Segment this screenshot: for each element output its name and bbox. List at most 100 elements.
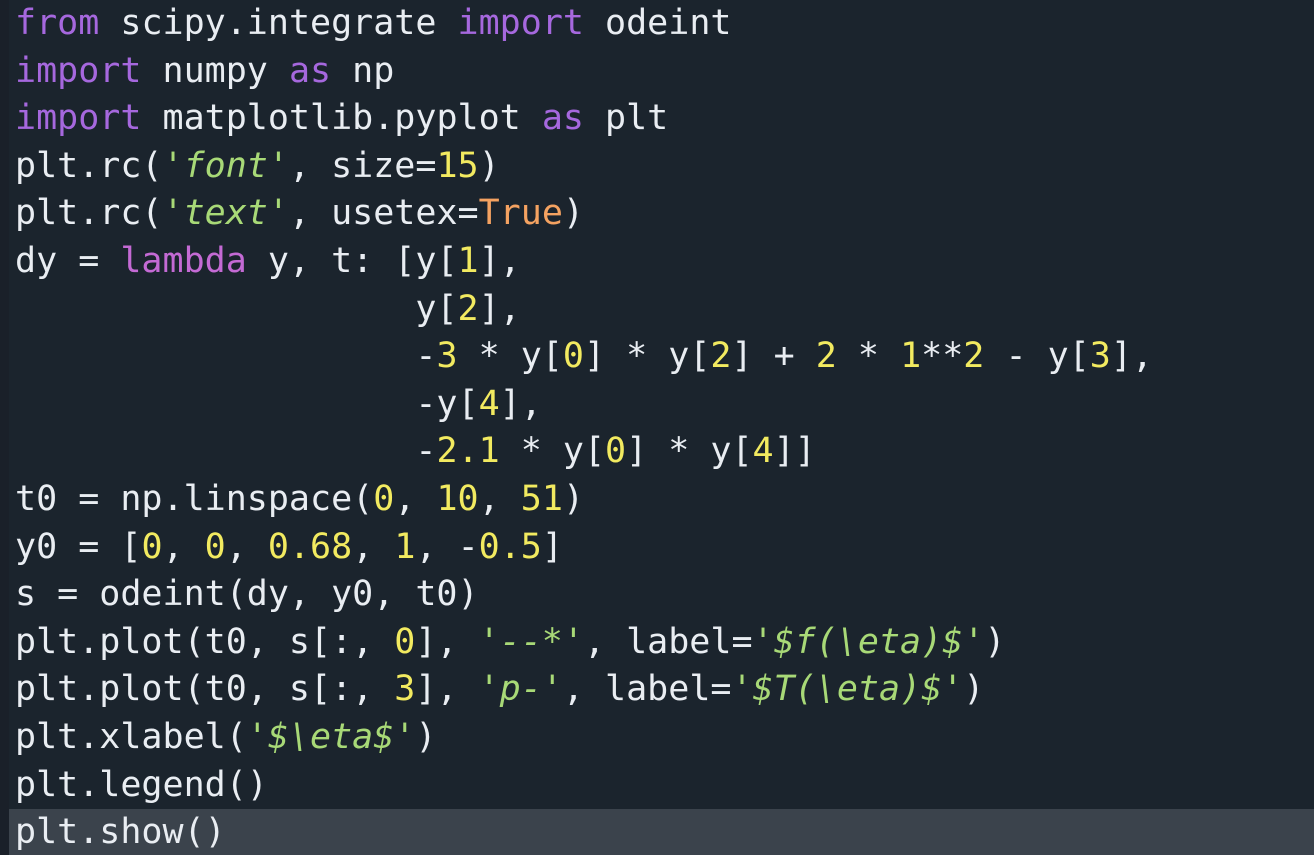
code-token: 1 [394, 526, 416, 567]
code-token: 51 [520, 478, 563, 519]
code-token: ]] [773, 431, 816, 472]
code-line[interactable]: dy = lambda y, t: [y[1], [9, 238, 1314, 286]
code-token: ) [415, 716, 437, 757]
code-line[interactable]: plt.rc('font', size=15) [9, 143, 1314, 191]
code-line[interactable]: from scipy.integrate import odeint [9, 0, 1314, 48]
editor-gutter-strip [0, 0, 9, 855]
code-token: 2 [963, 336, 985, 377]
code-token: 0.5 [478, 526, 542, 567]
code-token: * y[ [499, 431, 606, 472]
code-token: * y[ [457, 336, 563, 377]
code-line[interactable]: plt.rc('text', usetex=True) [9, 190, 1314, 238]
code-token: odeint [583, 3, 732, 43]
code-token: plt.rc( [15, 193, 163, 234]
code-token: y0 = [ [15, 526, 142, 567]
code-line[interactable]: s = odeint(dy, y0, t0) [9, 571, 1314, 619]
code-token: '$f(\eta)$' [752, 621, 985, 662]
code-line[interactable]: -2.1 * y[0] * y[4]] [9, 428, 1314, 476]
code-token: lambda [120, 240, 247, 281]
code-line[interactable]: -3 * y[0] * y[2] + 2 * 1**2 - y[3], [9, 333, 1314, 381]
code-token: 'font' [162, 145, 289, 186]
code-token: ) [984, 621, 1006, 662]
code-token: plt [583, 98, 669, 139]
code-token: ) [963, 669, 985, 710]
code-token: ] + [731, 336, 816, 377]
code-token: 'p-' [478, 669, 563, 710]
code-token: 2 [815, 336, 837, 377]
code-token: ** [921, 336, 964, 377]
code-line[interactable]: plt.plot(t0, s[:, 3], 'p-', label='$T(\e… [9, 666, 1314, 714]
code-token: numpy [141, 50, 289, 91]
code-token: ) [478, 145, 500, 186]
code-token: , size= [288, 145, 437, 186]
code-token: '$T(\eta)$' [731, 669, 964, 710]
code-token: plt.plot(t0, s[:, [15, 621, 395, 662]
code-token: , [225, 526, 268, 567]
code-token: 3 [394, 669, 416, 710]
code-content-area[interactable]: from scipy.integrate import odeint import… [9, 0, 1314, 855]
code-token: , label= [562, 669, 732, 710]
code-token: 4 [478, 383, 500, 424]
code-token: 2 [457, 288, 479, 329]
code-token: - y[ [984, 336, 1090, 377]
code-token: , [478, 478, 521, 519]
code-line[interactable]: -y[4], [9, 381, 1314, 429]
code-token: from [15, 3, 100, 43]
code-line[interactable]: plt.show() [9, 809, 1314, 855]
code-line[interactable]: plt.legend() [9, 762, 1314, 810]
code-token: y, t: [y[ [246, 240, 458, 281]
code-token: np [331, 50, 395, 91]
code-token: - [15, 336, 437, 377]
code-token: as [288, 50, 332, 91]
code-token: import [15, 98, 142, 139]
code-token: , - [415, 526, 479, 567]
code-line[interactable]: t0 = np.linspace(0, 10, 51) [9, 476, 1314, 524]
code-token: scipy.integrate [99, 3, 458, 43]
code-token: plt.rc( [15, 145, 163, 186]
code-token: ], [1110, 336, 1153, 377]
code-token: 0 [204, 526, 226, 567]
code-token: 0.68 [267, 526, 353, 567]
code-token: plt.xlabel( [15, 716, 247, 757]
code-token: ], [415, 621, 479, 662]
code-token: 3 [1089, 336, 1111, 377]
code-line[interactable]: import numpy as np [9, 48, 1314, 96]
code-token: s = odeint(dy, y0, t0) [15, 574, 479, 615]
code-token: * [836, 336, 901, 377]
code-token: ) [562, 478, 585, 519]
code-line[interactable]: y0 = [0, 0, 0.68, 1, -0.5] [9, 524, 1314, 572]
code-token: True [478, 193, 563, 234]
code-token: 15 [436, 145, 479, 186]
code-token: -y[ [15, 383, 479, 424]
code-token: matplotlib.pyplot [141, 98, 542, 139]
code-line[interactable]: plt.plot(t0, s[:, 0], '--*', label='$f(\… [9, 619, 1314, 667]
code-token: ], [478, 288, 521, 329]
code-token: , [162, 526, 205, 567]
code-line[interactable]: y[2], [9, 286, 1314, 334]
code-token: , [394, 478, 437, 519]
code-token: import [15, 50, 142, 91]
code-token: ], [478, 240, 521, 281]
code-token: y[ [15, 288, 458, 329]
code-token: , usetex= [288, 193, 479, 234]
code-token: 2.1 [436, 431, 500, 472]
code-token: 1 [457, 240, 479, 281]
code-token: import [457, 3, 584, 43]
code-token: plt.legend() [15, 764, 268, 805]
code-token: 10 [436, 478, 479, 519]
code-token: ) [562, 193, 584, 234]
code-line[interactable]: plt.xlabel('$\eta$') [9, 714, 1314, 762]
code-token: dy = [15, 240, 121, 281]
code-token: '--*' [478, 621, 584, 662]
code-token: t0 = np.linspace( [15, 478, 374, 519]
code-editor[interactable]: from scipy.integrate import odeint import… [0, 0, 1314, 855]
code-token: ], [499, 383, 542, 424]
code-token: 0 [562, 336, 584, 377]
code-token: ], [415, 669, 479, 710]
code-token: 0 [373, 478, 395, 519]
code-token: - [15, 431, 437, 472]
code-line[interactable]: import matplotlib.pyplot as plt [9, 95, 1314, 143]
code-token: ] * y[ [583, 336, 711, 377]
code-token: plt.plot(t0, s[:, [15, 669, 395, 710]
code-token: 3 [436, 336, 458, 377]
